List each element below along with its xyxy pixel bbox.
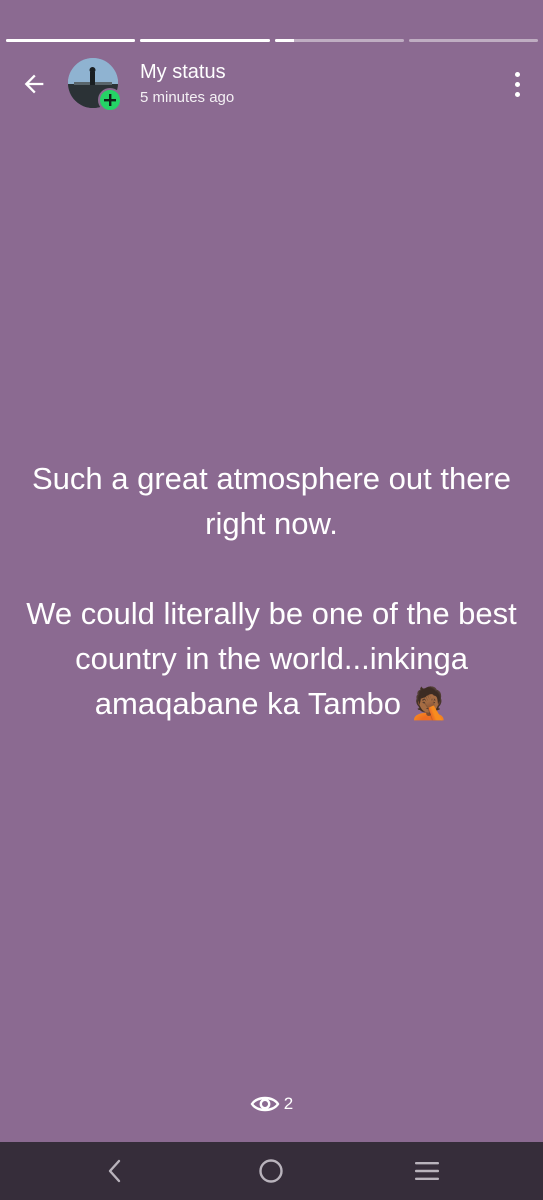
status-paragraph: Such a great atmosphere out there right … (31, 461, 512, 541)
home-circle-icon (259, 1159, 283, 1183)
progress-segment (140, 39, 270, 42)
more-vertical-icon (514, 81, 520, 87)
views-button[interactable]: 2 (0, 1094, 543, 1114)
progress-segment (274, 39, 404, 42)
eye-icon (250, 1096, 280, 1112)
add-status-button[interactable] (98, 88, 122, 112)
nav-recents-button[interactable] (407, 1152, 447, 1190)
nav-back-button[interactable] (95, 1152, 135, 1190)
progress-fill (6, 39, 136, 42)
status-paragraph: We could literally be one of the best co… (20, 591, 523, 726)
plus-icon (104, 94, 116, 106)
progress-fill (274, 39, 294, 42)
avatar[interactable] (68, 58, 122, 112)
more-vertical-icon (514, 71, 520, 77)
status-timestamp: 5 minutes ago (140, 89, 235, 106)
progress-segment (6, 39, 136, 42)
system-nav-bar (0, 1142, 543, 1200)
progress-fill (140, 39, 270, 42)
back-arrow-icon (24, 74, 44, 94)
views-count: 2 (283, 1094, 294, 1113)
progress-segment (408, 39, 538, 42)
status-owner-name: My status (140, 61, 226, 83)
more-vertical-icon (514, 91, 520, 97)
more-options-button[interactable] (505, 64, 529, 104)
chevron-left-icon (108, 1159, 121, 1183)
nav-home-button[interactable] (251, 1152, 291, 1190)
status-viewer[interactable]: My status 5 minutes ago Such a great atm… (0, 0, 543, 1142)
menu-lines-icon (415, 1162, 439, 1180)
status-header: My status 5 minutes ago (0, 56, 543, 112)
status-text: Such a great atmosphere out there right … (20, 456, 523, 726)
facepalm-emoji: 🤦🏾 (409, 686, 449, 721)
back-button[interactable] (14, 64, 54, 104)
status-progress (6, 39, 538, 42)
